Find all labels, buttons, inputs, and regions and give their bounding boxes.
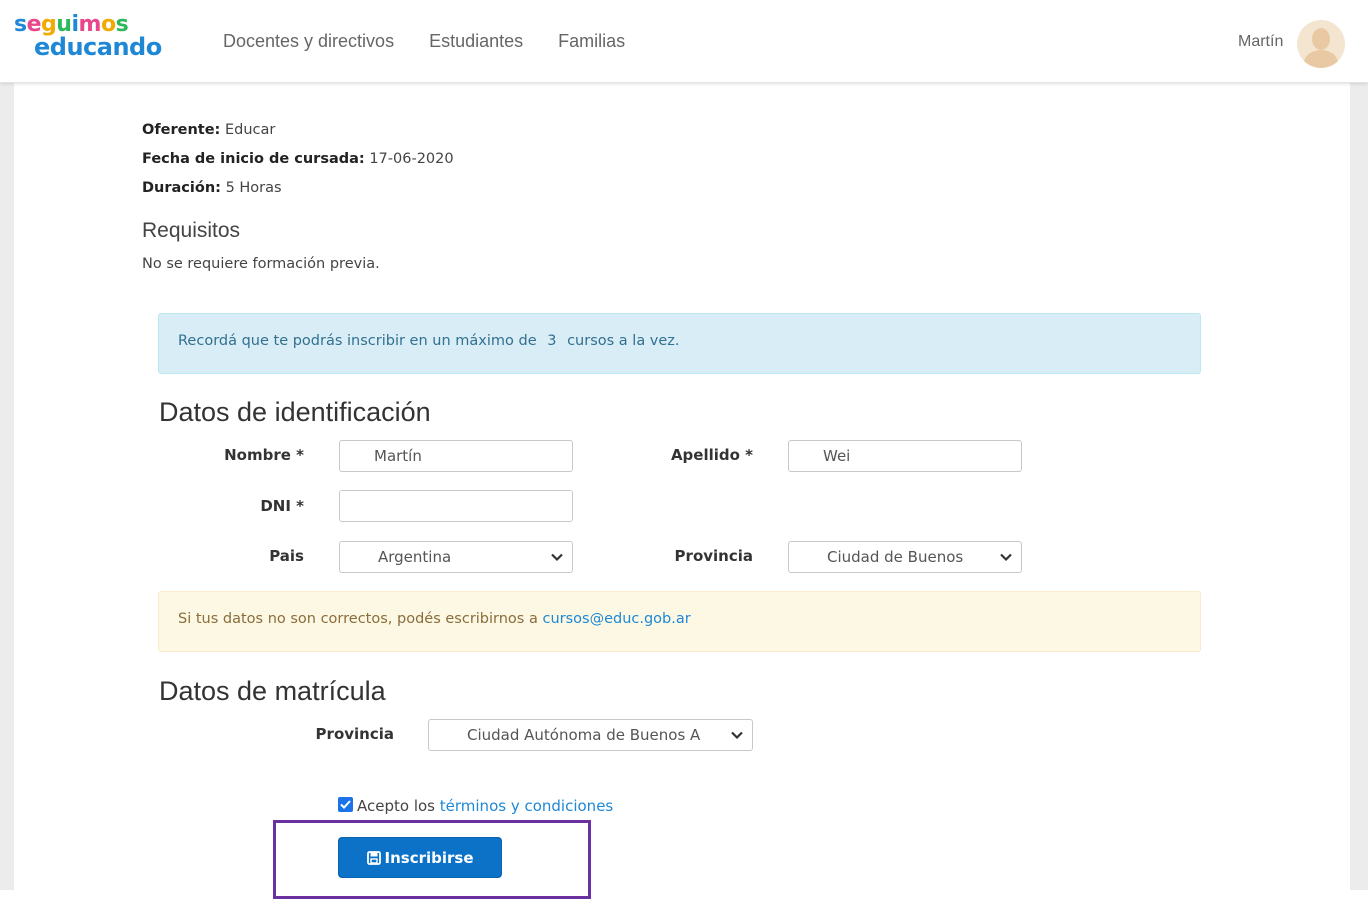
site-logo[interactable]: seguimos educando (14, 12, 162, 61)
duracion-line: Duración: 5 Horas (142, 180, 282, 196)
dni-input[interactable] (339, 490, 573, 522)
pais-selected-value: Argentina (378, 548, 452, 566)
terms-label: Acepto los términos y condiciones (357, 797, 613, 815)
provincia-selected-value: Ciudad de Buenos (827, 548, 964, 566)
main-nav: Docentes y directivos Estudiantes Famili… (223, 31, 625, 52)
highlight-box (273, 820, 591, 899)
nav-familias[interactable]: Familias (558, 31, 625, 52)
fecha-line: Fecha de inicio de cursada: 17-06-2020 (142, 151, 454, 167)
oferente-value: Educar (224, 122, 276, 138)
oferente-label: Oferente: (142, 122, 221, 138)
nombre-label: Nombre * (224, 446, 304, 464)
requisitos-title: Requisitos (142, 219, 241, 242)
max-courses-count: 3 (547, 333, 557, 349)
apellido-input[interactable]: Wei (788, 440, 1022, 472)
terms-link[interactable]: términos y condiciones (440, 797, 613, 815)
nombre-input[interactable]: Martín (339, 440, 573, 472)
avatar[interactable] (1297, 20, 1345, 68)
matricula-provincia-selected-value: Ciudad Autónoma de Buenos A (467, 726, 701, 744)
matricula-provincia-label: Provincia (315, 725, 394, 743)
data-correction-alert: Si tus datos no son correctos, podés esc… (158, 591, 1201, 652)
terms-checkbox[interactable] (338, 797, 353, 812)
pais-label: Pais (269, 547, 304, 565)
correction-text: Si tus datos no son correctos, podés esc… (178, 611, 538, 627)
top-header: seguimos educando Docentes y directivos … (0, 0, 1368, 83)
duracion-label: Duración: (142, 180, 221, 196)
dni-label: DNI * (260, 497, 304, 515)
max-courses-alert: Recordá que te podrás inscribir en un má… (158, 313, 1201, 374)
pais-select[interactable]: Argentina (339, 541, 573, 573)
avatar-body-shape (1304, 50, 1338, 68)
page-gutter-left (0, 83, 14, 890)
contact-email-link[interactable]: cursos@educ.gob.ar (542, 611, 690, 627)
identificacion-title: Datos de identificación (159, 397, 431, 427)
alert-text-before: Recordá que te podrás inscribir en un má… (178, 333, 537, 349)
avatar-head-shape (1312, 28, 1330, 50)
checkmark-icon (340, 800, 351, 809)
matricula-title: Datos de matrícula (159, 676, 386, 706)
chevron-down-icon (731, 731, 743, 740)
user-name[interactable]: Martín (1238, 33, 1283, 51)
alert-text-after: cursos a la vez. (567, 333, 680, 349)
chevron-down-icon (551, 553, 563, 562)
provincia-select[interactable]: Ciudad de Buenos (788, 541, 1022, 573)
fecha-value: 17-06-2020 (369, 151, 454, 167)
oferente-line: Oferente: Educar (142, 122, 275, 138)
requisitos-text: No se requiere formación previa. (142, 256, 380, 272)
duracion-value: 5 Horas (225, 180, 282, 196)
page-gutter-right (1350, 83, 1368, 890)
provincia-label: Provincia (674, 547, 753, 565)
logo-line2: educando (34, 33, 162, 61)
nav-estudiantes[interactable]: Estudiantes (429, 31, 523, 52)
chevron-down-icon (1000, 553, 1012, 562)
apellido-label: Apellido * (670, 446, 753, 464)
matricula-provincia-select[interactable]: Ciudad Autónoma de Buenos A (428, 719, 753, 751)
fecha-label: Fecha de inicio de cursada: (142, 151, 365, 167)
nav-docentes[interactable]: Docentes y directivos (223, 31, 394, 52)
logo-letter: s (14, 12, 27, 37)
terms-prefix: Acepto los (357, 797, 435, 815)
